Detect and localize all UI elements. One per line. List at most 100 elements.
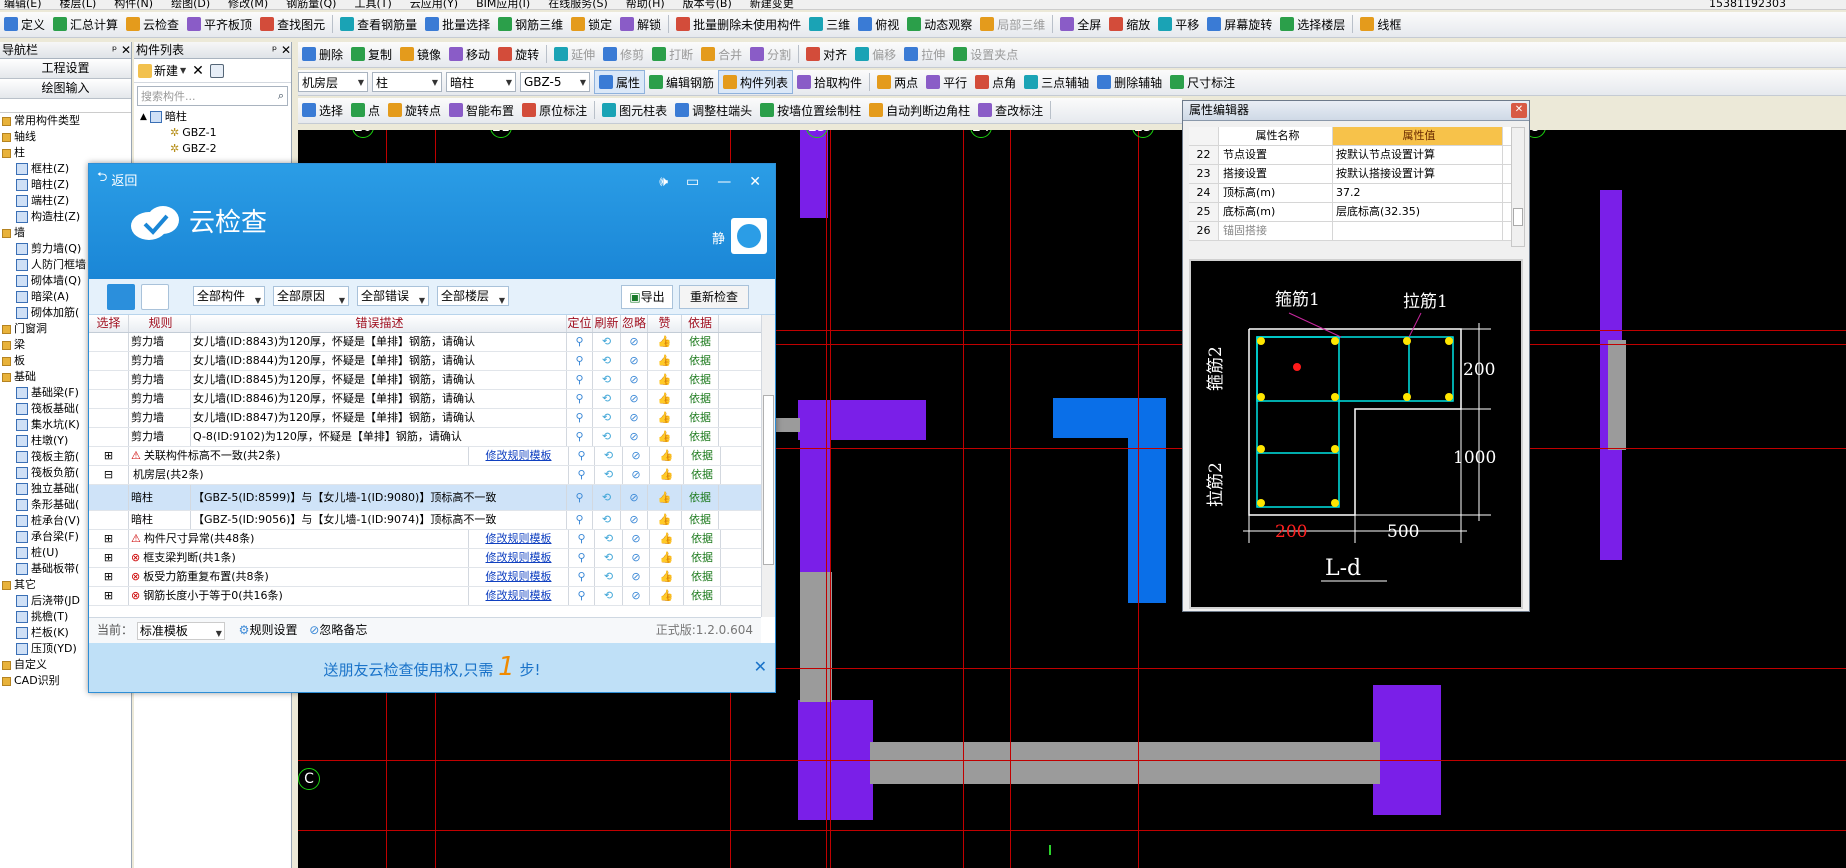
toolbar-button[interactable]: 分割 [746, 42, 795, 66]
property-value[interactable]: 按默认节点设置计算 [1333, 146, 1503, 164]
menu-item[interactable]: 在线服务(S) [544, 0, 608, 9]
basis-link[interactable]: 依据 [682, 409, 719, 427]
component-select[interactable]: GBZ-5 ▼ [520, 72, 590, 92]
like-icon[interactable]: 👍 [650, 549, 684, 567]
toolbar-button[interactable]: 平移 [1154, 12, 1203, 36]
toolbar-button[interactable]: 属性 [594, 70, 646, 94]
template-select[interactable]: 标准模板 ▼ [136, 621, 225, 640]
locate-icon[interactable]: ⚲ [567, 485, 593, 510]
menu-item[interactable]: 钢筋量(Q) [282, 0, 336, 9]
toolbar-button[interactable]: 点角 [971, 70, 1020, 94]
menu-item[interactable]: 版本号(B) [679, 0, 732, 9]
select-cell[interactable] [89, 511, 129, 529]
basis-link[interactable]: 依据 [684, 447, 721, 465]
search-icon[interactable]: ⌕ [278, 89, 284, 103]
toolbar-button[interactable]: 屏幕旋转 [1203, 12, 1276, 36]
group-row[interactable]: ⊞ ⚠ 关联构件标高不一致(共2条) 修改规则模板 ⚲ ⟲ ⊘ 👍 依据 [89, 447, 761, 466]
toolbar-button[interactable]: 锁定 [567, 12, 616, 36]
toolbar-button[interactable]: 移动 [445, 42, 494, 66]
type-select[interactable]: 柱 ▼ [372, 72, 442, 92]
locate-icon[interactable]: ⚲ [569, 530, 595, 548]
invite-banner[interactable]: 送朋友云检查使用权,只需 1 步! ✕ [89, 643, 775, 692]
edit-rule-template-link[interactable]: 修改规则模板 [469, 530, 569, 548]
like-icon[interactable]: 👍 [648, 485, 682, 510]
refresh-icon[interactable]: ⟲ [595, 587, 623, 605]
close-icon[interactable]: ᵖ ✕ [112, 42, 131, 58]
edit-rule-template-link[interactable]: 修改规则模板 [469, 447, 569, 465]
edit-rule-template-link[interactable]: 修改规则模板 [469, 549, 569, 567]
menu-item[interactable]: 帮助(H) [622, 0, 665, 9]
ignore-icon[interactable]: ⊘ [623, 447, 650, 465]
basis-link[interactable]: 依据 [682, 390, 719, 408]
group-row[interactable]: ⊞ ⊗ 板受力筋重复布置(共8条) 修改规则模板 ⚲ ⟲ ⊘ 👍 依据 [89, 568, 761, 587]
ignore-icon[interactable]: ⊘ [623, 568, 650, 586]
toolbar-button[interactable]: 合并 [697, 42, 746, 66]
toolbar-button[interactable]: 镜像 [396, 42, 445, 66]
refresh-icon[interactable]: ⟲ [593, 371, 621, 389]
toolbar-button[interactable]: 按墙位置绘制柱 [756, 98, 865, 122]
refresh-icon[interactable]: ⟲ [595, 530, 623, 548]
component-tree[interactable]: ▲ 暗柱 ✲ GBZ-1 ✲ GBZ-2 [134, 109, 291, 157]
tree-root[interactable]: ▲ 暗柱 [140, 109, 291, 125]
toolbar-button[interactable]: 拾取构件 [793, 70, 866, 94]
toolbar-button[interactable]: 删除 [298, 42, 347, 66]
toolbar-button[interactable]: 三维 [805, 12, 854, 36]
toolbar-button[interactable]: 编辑钢筋 [645, 70, 718, 94]
basis-link[interactable]: 依据 [682, 333, 719, 351]
toolbar-button[interactable]: 偏移 [851, 42, 900, 66]
project-settings-button[interactable]: 工程设置 [0, 59, 131, 79]
toolbar-button[interactable]: 查改标注 [974, 98, 1047, 122]
basis-link[interactable]: 依据 [684, 549, 721, 567]
property-value[interactable]: 层底标高(32.35) [1333, 203, 1503, 221]
refresh-icon[interactable]: ⟲ [593, 352, 621, 370]
like-icon[interactable]: 👍 [648, 390, 682, 408]
like-icon[interactable]: 👍 [650, 568, 684, 586]
select-cell[interactable] [89, 390, 129, 408]
locate-icon[interactable]: ⚲ [567, 352, 593, 370]
toolbar-button[interactable]: 选择楼层 [1276, 12, 1349, 36]
select-cell[interactable] [89, 409, 129, 427]
property-row[interactable]: 22 节点设置 按默认节点设置计算 [1189, 146, 1511, 165]
like-icon[interactable]: 👍 [648, 428, 682, 446]
ignore-icon[interactable]: ⊘ [621, 428, 648, 446]
like-icon[interactable]: 👍 [648, 371, 682, 389]
tree-item[interactable]: ✲ GBZ-1 [140, 125, 291, 141]
basis-link[interactable]: 依据 [682, 352, 719, 370]
menu-item[interactable]: BIM应用(I) [472, 0, 530, 9]
group-row[interactable]: ⊞ ⊗ 框支梁判断(共1条) 修改规则模板 ⚲ ⟲ ⊘ 👍 依据 [89, 549, 761, 568]
refresh-icon[interactable]: ⟲ [595, 568, 623, 586]
refresh-icon[interactable]: ⟲ [595, 447, 623, 465]
ignore-icon[interactable]: ⊘ [623, 466, 650, 484]
ignore-notes-button[interactable]: ⊘忽略备忘 [309, 623, 367, 637]
group-row[interactable]: ⊞ ⚠ 构件尺寸异常(共48条) 修改规则模板 ⚲ ⟲ ⊘ 👍 依据 [89, 530, 761, 549]
menu-item[interactable]: 楼层(L) [56, 0, 97, 9]
locate-icon[interactable]: ⚲ [567, 511, 593, 529]
toolbar-button[interactable]: 对齐 [802, 42, 851, 66]
tree-item[interactable]: ✲ GBZ-2 [140, 141, 291, 157]
property-value[interactable]: 37.2 [1333, 184, 1503, 202]
toolbar-button[interactable]: 批量选择 [421, 12, 494, 36]
table-scrollbar[interactable] [761, 315, 775, 617]
property-value[interactable] [1333, 222, 1503, 240]
locate-icon[interactable]: ⚲ [569, 568, 595, 586]
toolbar-button[interactable]: 旋转 [494, 42, 543, 66]
component-filter[interactable]: 全部构件 ▼ [193, 286, 265, 306]
toolbar-button[interactable]: 自动判断边角柱 [865, 98, 974, 122]
like-icon[interactable]: 👍 [648, 409, 682, 427]
toolbar-button[interactable]: 拉伸 [900, 42, 949, 66]
locate-icon[interactable]: ⚲ [569, 466, 595, 484]
toolbar-button[interactable]: 设置夹点 [949, 42, 1022, 66]
like-icon[interactable]: 👍 [648, 511, 682, 529]
basis-link[interactable]: 依据 [684, 568, 721, 586]
edit-rule-template-link[interactable]: 修改规则模板 [469, 587, 569, 605]
floor-filter[interactable]: 全部楼层 ▼ [437, 286, 509, 306]
expand-toggle[interactable]: ⊞ [89, 530, 129, 548]
refresh-icon[interactable]: ⟲ [593, 511, 621, 529]
error-filter[interactable]: 全部错误 ▼ [357, 286, 429, 306]
menu-item[interactable]: 工具(T) [350, 0, 391, 9]
table-row[interactable]: 暗柱 【GBZ-5(ID:8599)】与【女儿墙-1(ID:9080)】顶标高不一… [89, 485, 761, 511]
refresh-icon[interactable]: ⟲ [593, 390, 621, 408]
menu-item[interactable]: 修改(M) [224, 0, 268, 9]
table-row[interactable]: 剪力墙 女儿墙(ID:8847)为120厚，怀疑是【单排】钢筋，请确认 ⚲ ⟲ ⊘ 👍 依据 [89, 409, 761, 428]
locate-icon[interactable]: ⚲ [567, 409, 593, 427]
